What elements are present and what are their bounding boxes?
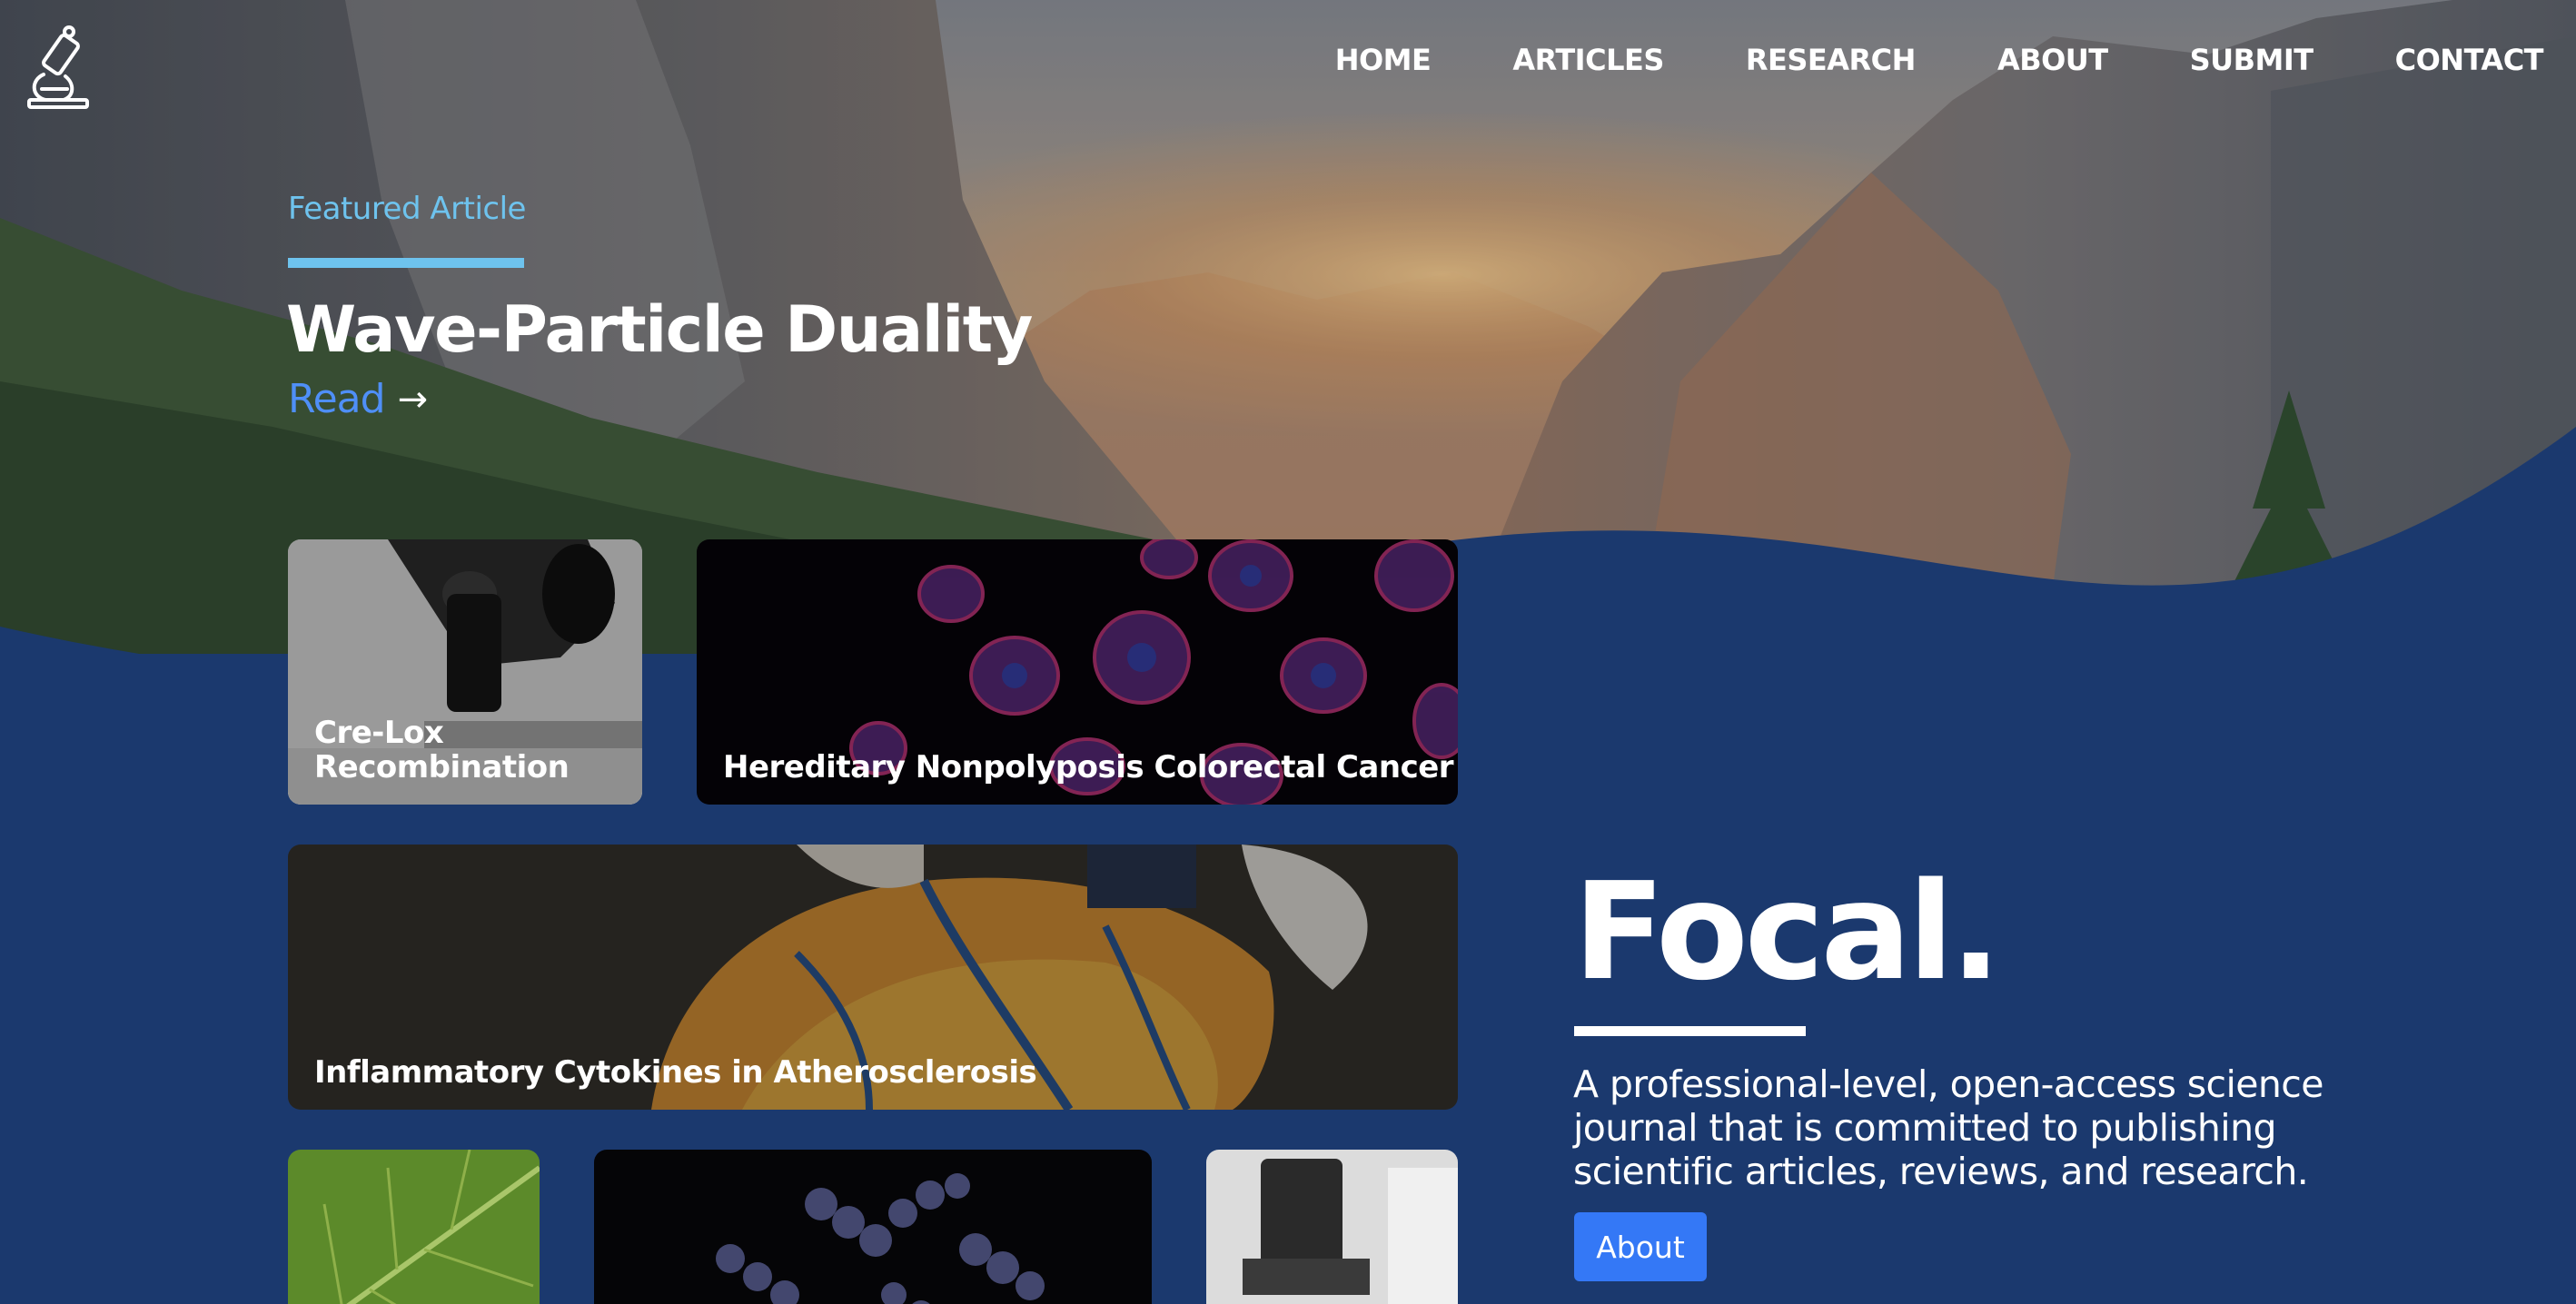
about-button[interactable]: About — [1574, 1212, 1707, 1281]
lab-microscope-photo — [1206, 1150, 1458, 1304]
article-title-line-1: Cre-Lox — [314, 715, 444, 751]
arrow-right-icon: → — [397, 378, 429, 420]
nav-home[interactable]: HOME — [1335, 40, 1432, 80]
bacteria-photo — [594, 1150, 1152, 1304]
nav-articles[interactable]: ARTICLES — [1512, 40, 1664, 80]
featured-read-link[interactable]: Read → — [288, 376, 429, 422]
article-card-lab-equipment[interactable] — [1206, 1150, 1458, 1304]
microscope-icon[interactable] — [24, 24, 93, 109]
brand-underline — [1574, 1026, 1806, 1036]
featured-label: Featured Article — [288, 191, 526, 227]
main-nav: HOME ARTICLES RESEARCH ABOUT SUBMIT CONT… — [1253, 40, 2544, 80]
nav-submit[interactable]: SUBMIT — [2190, 40, 2314, 80]
article-card-bacteria[interactable] — [594, 1150, 1152, 1304]
article-card-cre-lox[interactable]: Cre-Lox Recombination — [288, 539, 642, 805]
article-title: Hereditary Nonpolyposis Colorectal Cance… — [723, 749, 1454, 785]
nav-research[interactable]: RESEARCH — [1746, 40, 1917, 80]
nav-contact[interactable]: CONTACT — [2395, 40, 2544, 80]
article-title: Inflammatory Cytokines in Atherosclerosi… — [314, 1054, 1037, 1091]
featured-underline — [288, 258, 524, 268]
article-title-line-2: Recombination — [314, 749, 570, 785]
nav-about[interactable]: ABOUT — [1997, 40, 2108, 80]
article-card-atherosclerosis[interactable]: Inflammatory Cytokines in Atherosclerosi… — [288, 845, 1458, 1110]
article-card-leaf[interactable] — [288, 1150, 540, 1304]
featured-title[interactable]: Wave-Particle Duality — [286, 292, 1033, 367]
brand-tagline: A professional-level, open-access scienc… — [1573, 1062, 2323, 1193]
article-card-colorectal-cancer[interactable]: Hereditary Nonpolyposis Colorectal Cance… — [697, 539, 1458, 805]
article-title: Cre-Lox Recombination — [314, 715, 570, 785]
brand-name: Focal. — [1573, 854, 2001, 1010]
read-label: Read — [288, 376, 386, 422]
leaf-photo — [288, 1150, 540, 1304]
